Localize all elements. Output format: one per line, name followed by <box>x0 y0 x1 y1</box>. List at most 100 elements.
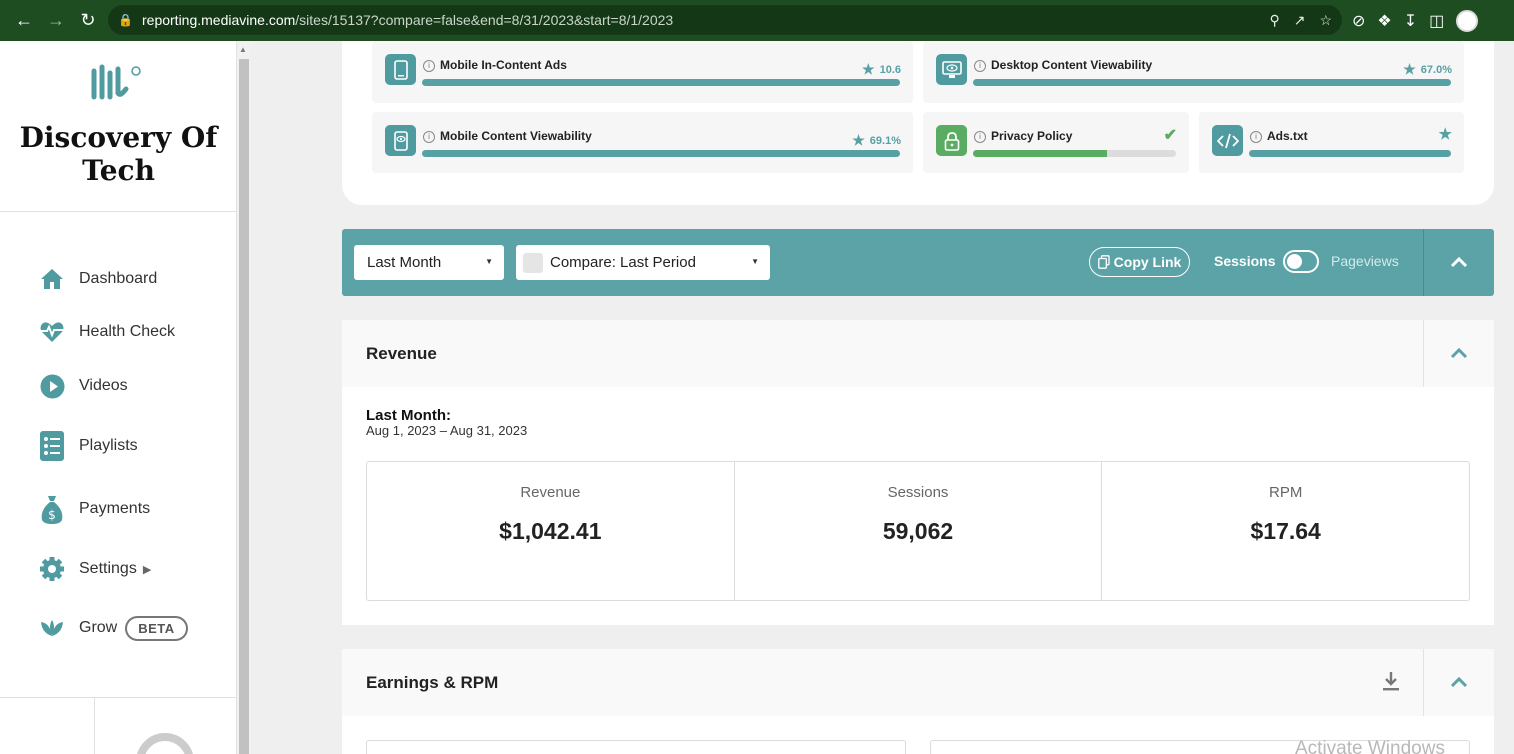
star-bookmark-icon[interactable]: ☆ <box>1319 12 1332 29</box>
browser-toolbar: ← → ↻ 🔒 reporting.mediavine.com/sites/15… <box>0 0 1514 41</box>
profile-avatar[interactable] <box>1456 9 1479 32</box>
health-progress-bar <box>973 79 1451 86</box>
url-path: /sites/15137?compare=false&end=8/31/2023… <box>295 12 674 28</box>
extension-circle-icon[interactable]: ⊘ <box>1352 11 1365 31</box>
revenue-stats: Revenue $1,042.41 Sessions 59,062 RPM $1… <box>366 461 1470 601</box>
side-panel-icon[interactable]: ◫ <box>1429 11 1444 31</box>
info-icon[interactable]: i <box>423 60 435 72</box>
address-bar[interactable]: 🔒 reporting.mediavine.com/sites/15137?co… <box>108 5 1342 35</box>
gear-icon <box>38 555 66 583</box>
health-item-ads-txt[interactable]: i Ads.txt ★ <box>1199 112 1464 173</box>
copy-icon <box>1097 255 1110 269</box>
mediavine-logo-icon[interactable] <box>90 63 146 103</box>
beta-badge: BETA <box>125 615 188 641</box>
sidebar-item-label: Payments <box>79 500 151 517</box>
site-title: Discovery Of Tech <box>19 121 218 187</box>
sessions-pageviews-toggle[interactable] <box>1283 250 1319 273</box>
extensions-area: ⊘ ❖ ↧ ◫ <box>1352 0 1479 41</box>
sidebar-scrollbar[interactable]: ▲ <box>237 41 251 754</box>
info-icon[interactable]: i <box>974 131 986 143</box>
share-icon[interactable]: ↗ <box>1294 12 1306 29</box>
forward-icon[interactable]: → <box>40 5 72 37</box>
revenue-collapse-button[interactable] <box>1423 320 1494 387</box>
pageviews-toggle-label: Pageviews <box>1331 253 1399 269</box>
info-icon[interactable]: i <box>974 60 986 72</box>
puzzle-icon[interactable]: ❖ <box>1377 11 1391 31</box>
earnings-panel-header: Earnings & RPM <box>342 649 1494 716</box>
earnings-chart-box <box>366 740 906 754</box>
stat-sessions: Sessions 59,062 <box>735 462 1103 600</box>
lock-icon[interactable]: 🔒 <box>118 13 136 27</box>
health-score-value: 67.0% <box>1420 63 1452 76</box>
sidebar-item-settings[interactable]: Settings ▶ <box>38 554 151 584</box>
star-icon: ★ <box>1438 126 1452 143</box>
health-score-value: 69.1% <box>869 134 901 147</box>
search-icon[interactable]: ⚲ <box>1269 12 1279 29</box>
period-select[interactable]: Last Month ▼ <box>354 245 504 280</box>
earnings-collapse-button[interactable] <box>1423 649 1494 716</box>
user-avatar-icon[interactable] <box>136 733 194 754</box>
health-item-label: Mobile In-Content Ads <box>440 58 567 72</box>
scroll-up-icon[interactable]: ▲ <box>239 45 247 54</box>
filter-collapse-button[interactable] <box>1423 229 1494 296</box>
sidebar-footer-divider <box>0 697 237 698</box>
health-score-value: 10.6 <box>879 63 901 76</box>
star-icon: ★ <box>852 132 865 148</box>
address-url[interactable]: reporting.mediavine.com/sites/15137?comp… <box>142 12 673 28</box>
stat-label: Revenue <box>520 484 581 501</box>
period-select-value: Last Month <box>367 254 442 271</box>
health-item-desktop-content-viewability[interactable]: i Desktop Content Viewability ★ 67.0% <box>923 41 1464 103</box>
sidebar-item-grow[interactable]: Grow BETA <box>38 613 188 643</box>
stat-rpm: RPM $17.64 <box>1102 462 1469 600</box>
copy-link-button[interactable]: Copy Link <box>1089 247 1190 277</box>
health-item-mobile-content-viewability[interactable]: i Mobile Content Viewability ★ 69.1% <box>372 112 913 173</box>
list-icon <box>38 431 66 461</box>
download-icon[interactable] <box>1382 671 1400 696</box>
filter-bar: Last Month ▼ Compare: Last Period ▼ Copy… <box>342 229 1494 296</box>
lock-icon <box>936 125 967 156</box>
sidebar-divider <box>0 211 237 212</box>
compare-select[interactable]: Compare: Last Period ▼ <box>516 245 770 280</box>
sidebar-item-payments[interactable]: $ Payments <box>38 494 150 524</box>
sidebar-footer-separator <box>94 697 95 754</box>
health-progress-fill <box>422 79 900 86</box>
health-item-mobile-in-content-ads[interactable]: i Mobile In-Content Ads ★ 10.6 <box>372 41 913 103</box>
sidebar-item-playlists[interactable]: Playlists <box>38 431 138 461</box>
info-icon[interactable]: i <box>1250 131 1262 143</box>
info-icon[interactable]: i <box>423 131 435 143</box>
caret-down-icon: ▼ <box>485 257 493 266</box>
period-range: Aug 1, 2023 – Aug 31, 2023 <box>366 423 528 438</box>
activate-windows-watermark: Activate Windows <box>1295 738 1445 754</box>
health-progress-bar <box>973 150 1176 157</box>
stat-label: Sessions <box>887 484 949 501</box>
back-icon[interactable]: ← <box>8 5 40 37</box>
chevron-right-icon: ▶ <box>142 563 152 576</box>
download-icon[interactable]: ↧ <box>1404 11 1417 31</box>
sidebar-item-health-check[interactable]: Health Check <box>38 317 175 347</box>
chevron-up-icon <box>1450 677 1468 688</box>
heartbeat-icon <box>38 318 66 346</box>
sidebar-item-videos[interactable]: Videos <box>38 371 128 401</box>
health-progress-bar <box>422 79 900 86</box>
sidebar-item-label: Playlists <box>79 437 138 454</box>
health-item-privacy-policy[interactable]: i Privacy Policy ✔ <box>923 112 1189 173</box>
sessions-toggle-label: Sessions <box>1214 253 1276 269</box>
stat-label: RPM <box>1269 484 1303 501</box>
health-score: ★ 69.1% <box>852 132 901 149</box>
compare-checkbox[interactable] <box>523 252 543 273</box>
toggle-knob <box>1287 254 1302 269</box>
stat-value: 59,062 <box>882 518 954 544</box>
reload-icon[interactable]: ↻ <box>72 5 104 37</box>
health-progress-bar <box>1249 150 1451 157</box>
money-bag-icon: $ <box>38 495 66 524</box>
home-icon <box>38 265 66 293</box>
health-item-label: Mobile Content Viewability <box>440 129 592 143</box>
sidebar-item-label: Videos <box>79 377 128 394</box>
scrollbar-thumb[interactable] <box>239 59 249 754</box>
sidebar-item-dashboard[interactable]: Dashboard <box>38 264 157 294</box>
sidebar-item-label: Grow <box>79 619 118 636</box>
desktop-eye-icon <box>936 54 967 85</box>
earnings-panel-title: Earnings & RPM <box>366 673 499 692</box>
leaf-icon <box>38 614 66 642</box>
caret-down-icon: ▼ <box>751 257 759 266</box>
